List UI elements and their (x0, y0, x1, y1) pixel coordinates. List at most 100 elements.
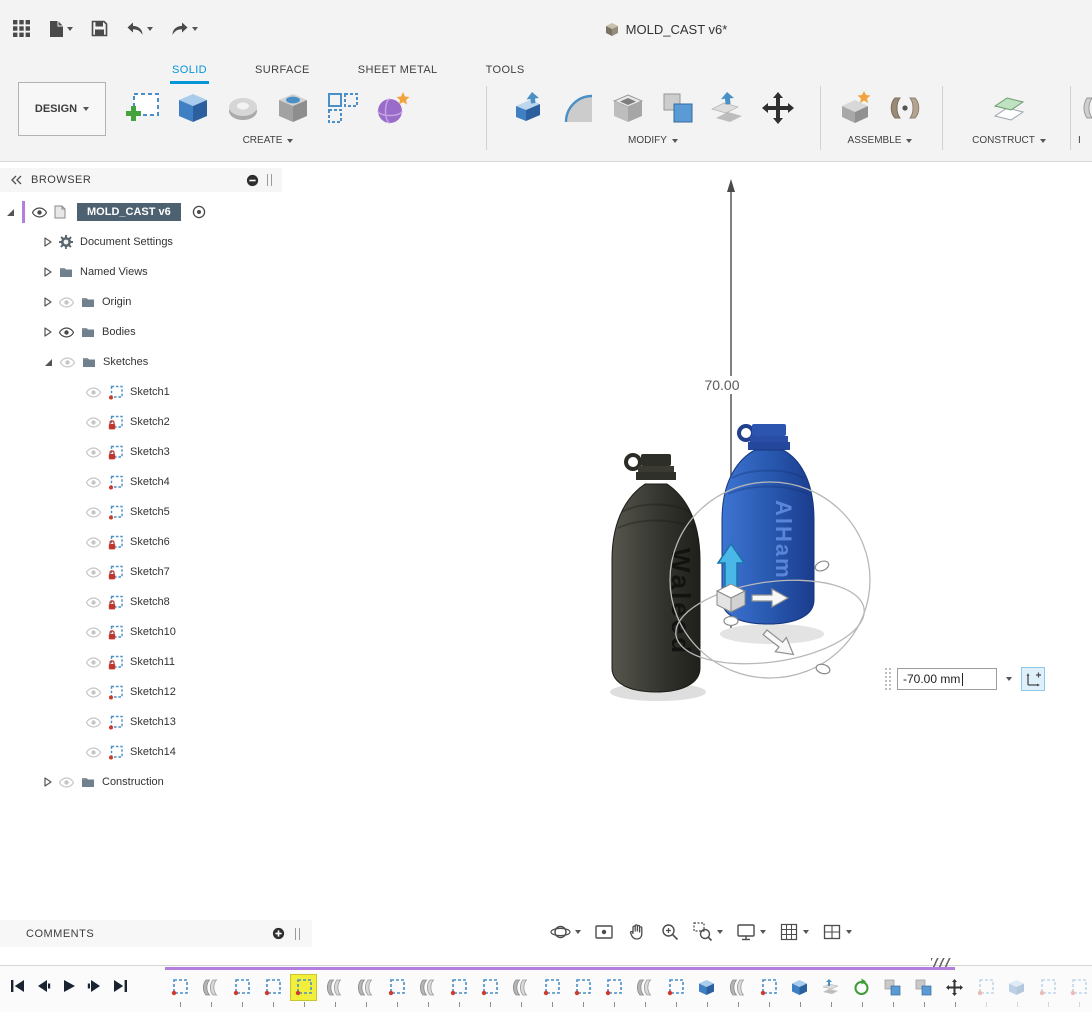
step-back-button[interactable] (36, 979, 51, 993)
visibility-eye-off-icon[interactable] (59, 296, 74, 308)
expand-arrow-icon[interactable] (44, 267, 52, 277)
timeline-feature-sketch[interactable] (167, 975, 192, 1007)
browser-item-bodies[interactable]: Bodies (0, 320, 152, 344)
offset-plane-button[interactable] (987, 84, 1031, 132)
visibility-eye-off-icon[interactable] (86, 566, 101, 578)
browser-item-origin[interactable]: Origin (0, 290, 148, 314)
go-to-end-button[interactable] (113, 979, 128, 993)
assemble-group-label[interactable]: ASSEMBLE (830, 135, 930, 146)
expand-arrow-icon[interactable] (44, 297, 52, 307)
browser-item-construction[interactable]: Construction (0, 770, 180, 794)
visibility-eye-off-icon[interactable] (86, 446, 101, 458)
add-comment-icon[interactable] (272, 927, 285, 940)
timeline-feature-sketch[interactable] (384, 975, 409, 1007)
browser-item-sketches[interactable]: Sketches (0, 350, 165, 374)
visibility-eye-off-icon[interactable] (86, 746, 101, 758)
visibility-eye-off-icon[interactable] (86, 536, 101, 548)
browser-item-sketch14[interactable]: Sketch14 (0, 740, 192, 764)
inspect-group-label[interactable]: I (1078, 135, 1092, 146)
window-zoom-button[interactable] (691, 919, 725, 945)
visibility-eye-off-icon[interactable] (86, 716, 101, 728)
timeline-feature-revolve[interactable] (415, 975, 440, 1007)
visibility-eye-off-icon[interactable] (86, 386, 101, 398)
activate-radio-icon[interactable] (192, 205, 206, 219)
timeline-feature-sketch[interactable] (601, 975, 626, 1007)
new-component-button[interactable] (833, 84, 877, 132)
browser-item-sketch7[interactable]: Sketch7 (0, 560, 186, 584)
timeline-feature-sketch[interactable] (756, 975, 781, 1007)
combine-button[interactable] (656, 84, 700, 132)
measure-button[interactable] (1078, 84, 1092, 132)
visibility-eye-off-icon[interactable] (86, 626, 101, 638)
timeline-feature-sketch[interactable] (539, 975, 564, 1007)
timeline-scrubber-handle[interactable] (931, 958, 951, 967)
timeline-feature-sketch[interactable] (663, 975, 688, 1007)
visibility-eye-off-icon[interactable] (86, 656, 101, 668)
visibility-eye-off-icon[interactable] (86, 416, 101, 428)
timeline-feature-extrude[interactable] (1004, 975, 1029, 1007)
timeline-strip[interactable] (165, 958, 1092, 1012)
tab-solid[interactable]: SOLID (170, 61, 210, 84)
timeline-feature-revolve[interactable] (353, 975, 378, 1007)
grid-display-button[interactable] (777, 919, 811, 945)
offset-face-button[interactable] (706, 84, 750, 132)
root-component-name[interactable]: MOLD_CAST v6 (77, 203, 181, 221)
modify-group-label[interactable]: MODIFY (498, 135, 808, 146)
timeline-feature-extrude[interactable] (694, 975, 719, 1007)
visibility-eye-off-icon[interactable] (86, 596, 101, 608)
visibility-eye-off-icon[interactable] (59, 776, 74, 788)
panel-grip[interactable] (295, 927, 300, 940)
tab-tools[interactable]: TOOLS (484, 61, 527, 84)
joint-button[interactable] (883, 84, 927, 132)
browser-item-root[interactable]: MOLD_CAST v6 (0, 200, 222, 224)
timeline-feature-sketch[interactable] (229, 975, 254, 1007)
timeline-feature-move[interactable] (942, 975, 967, 1007)
design-workspace-button[interactable]: DESIGN (18, 82, 106, 136)
browser-item-sketch2[interactable]: Sketch2 (0, 410, 186, 434)
go-to-start-button[interactable] (10, 979, 25, 993)
visibility-eye-icon[interactable] (32, 206, 47, 218)
visibility-eye-icon[interactable] (59, 326, 74, 338)
display-settings-button[interactable] (734, 919, 768, 945)
timeline-feature-combine[interactable] (880, 975, 905, 1007)
timeline-feature-sketch[interactable] (260, 975, 285, 1007)
timeline-feature-offset[interactable] (818, 975, 843, 1007)
press-pull-button[interactable] (506, 84, 550, 132)
dimension-value-input[interactable]: -70.00 mm (897, 668, 997, 690)
timeline-feature-revolve[interactable] (198, 975, 223, 1007)
timeline-feature-sketch[interactable] (477, 975, 502, 1007)
expand-arrow-icon[interactable] (44, 327, 52, 337)
expand-arrow-icon[interactable] (44, 777, 52, 787)
timeline-feature-pattern[interactable] (849, 975, 874, 1007)
expanded-arrow-icon[interactable] (6, 208, 15, 217)
construct-group-label[interactable]: CONSTRUCT (952, 135, 1066, 146)
shell-button[interactable] (606, 84, 650, 132)
box-button[interactable] (171, 84, 215, 132)
browser-item-sketch6[interactable]: Sketch6 (0, 530, 186, 554)
browser-item-sketch1[interactable]: Sketch1 (0, 380, 186, 404)
timeline-feature-revolve[interactable] (632, 975, 657, 1007)
expand-arrow-icon[interactable] (44, 237, 52, 247)
timeline-feature-revolve[interactable] (322, 975, 347, 1007)
visibility-eye-off-icon[interactable] (86, 686, 101, 698)
visibility-eye-off-icon[interactable] (86, 506, 101, 518)
dimension-dropdown-button[interactable] (1001, 668, 1017, 690)
timeline-feature-extrude[interactable] (787, 975, 812, 1007)
timeline-feature-sketch[interactable] (446, 975, 471, 1007)
timeline-feature-revolve[interactable] (725, 975, 750, 1007)
timeline-feature-sketch[interactable] (570, 975, 595, 1007)
browser-item-sketch4[interactable]: Sketch4 (0, 470, 186, 494)
look-at-button[interactable] (592, 919, 616, 945)
timeline-feature-revolve[interactable] (508, 975, 533, 1007)
play-button[interactable] (62, 979, 76, 993)
cylinder-button[interactable] (271, 84, 315, 132)
axis-toggle-button[interactable] (1021, 667, 1045, 691)
zoom-button[interactable] (658, 919, 682, 945)
fillet-button[interactable] (556, 84, 600, 132)
expanded-arrow-icon[interactable] (44, 358, 53, 367)
visibility-eye-off-icon[interactable] (86, 476, 101, 488)
timeline-position-marker[interactable] (165, 967, 955, 970)
orbit-button[interactable] (548, 919, 583, 945)
browser-item-sketch8[interactable]: Sketch8 (0, 590, 186, 614)
browser-item-sketch3[interactable]: Sketch3 (0, 440, 186, 464)
